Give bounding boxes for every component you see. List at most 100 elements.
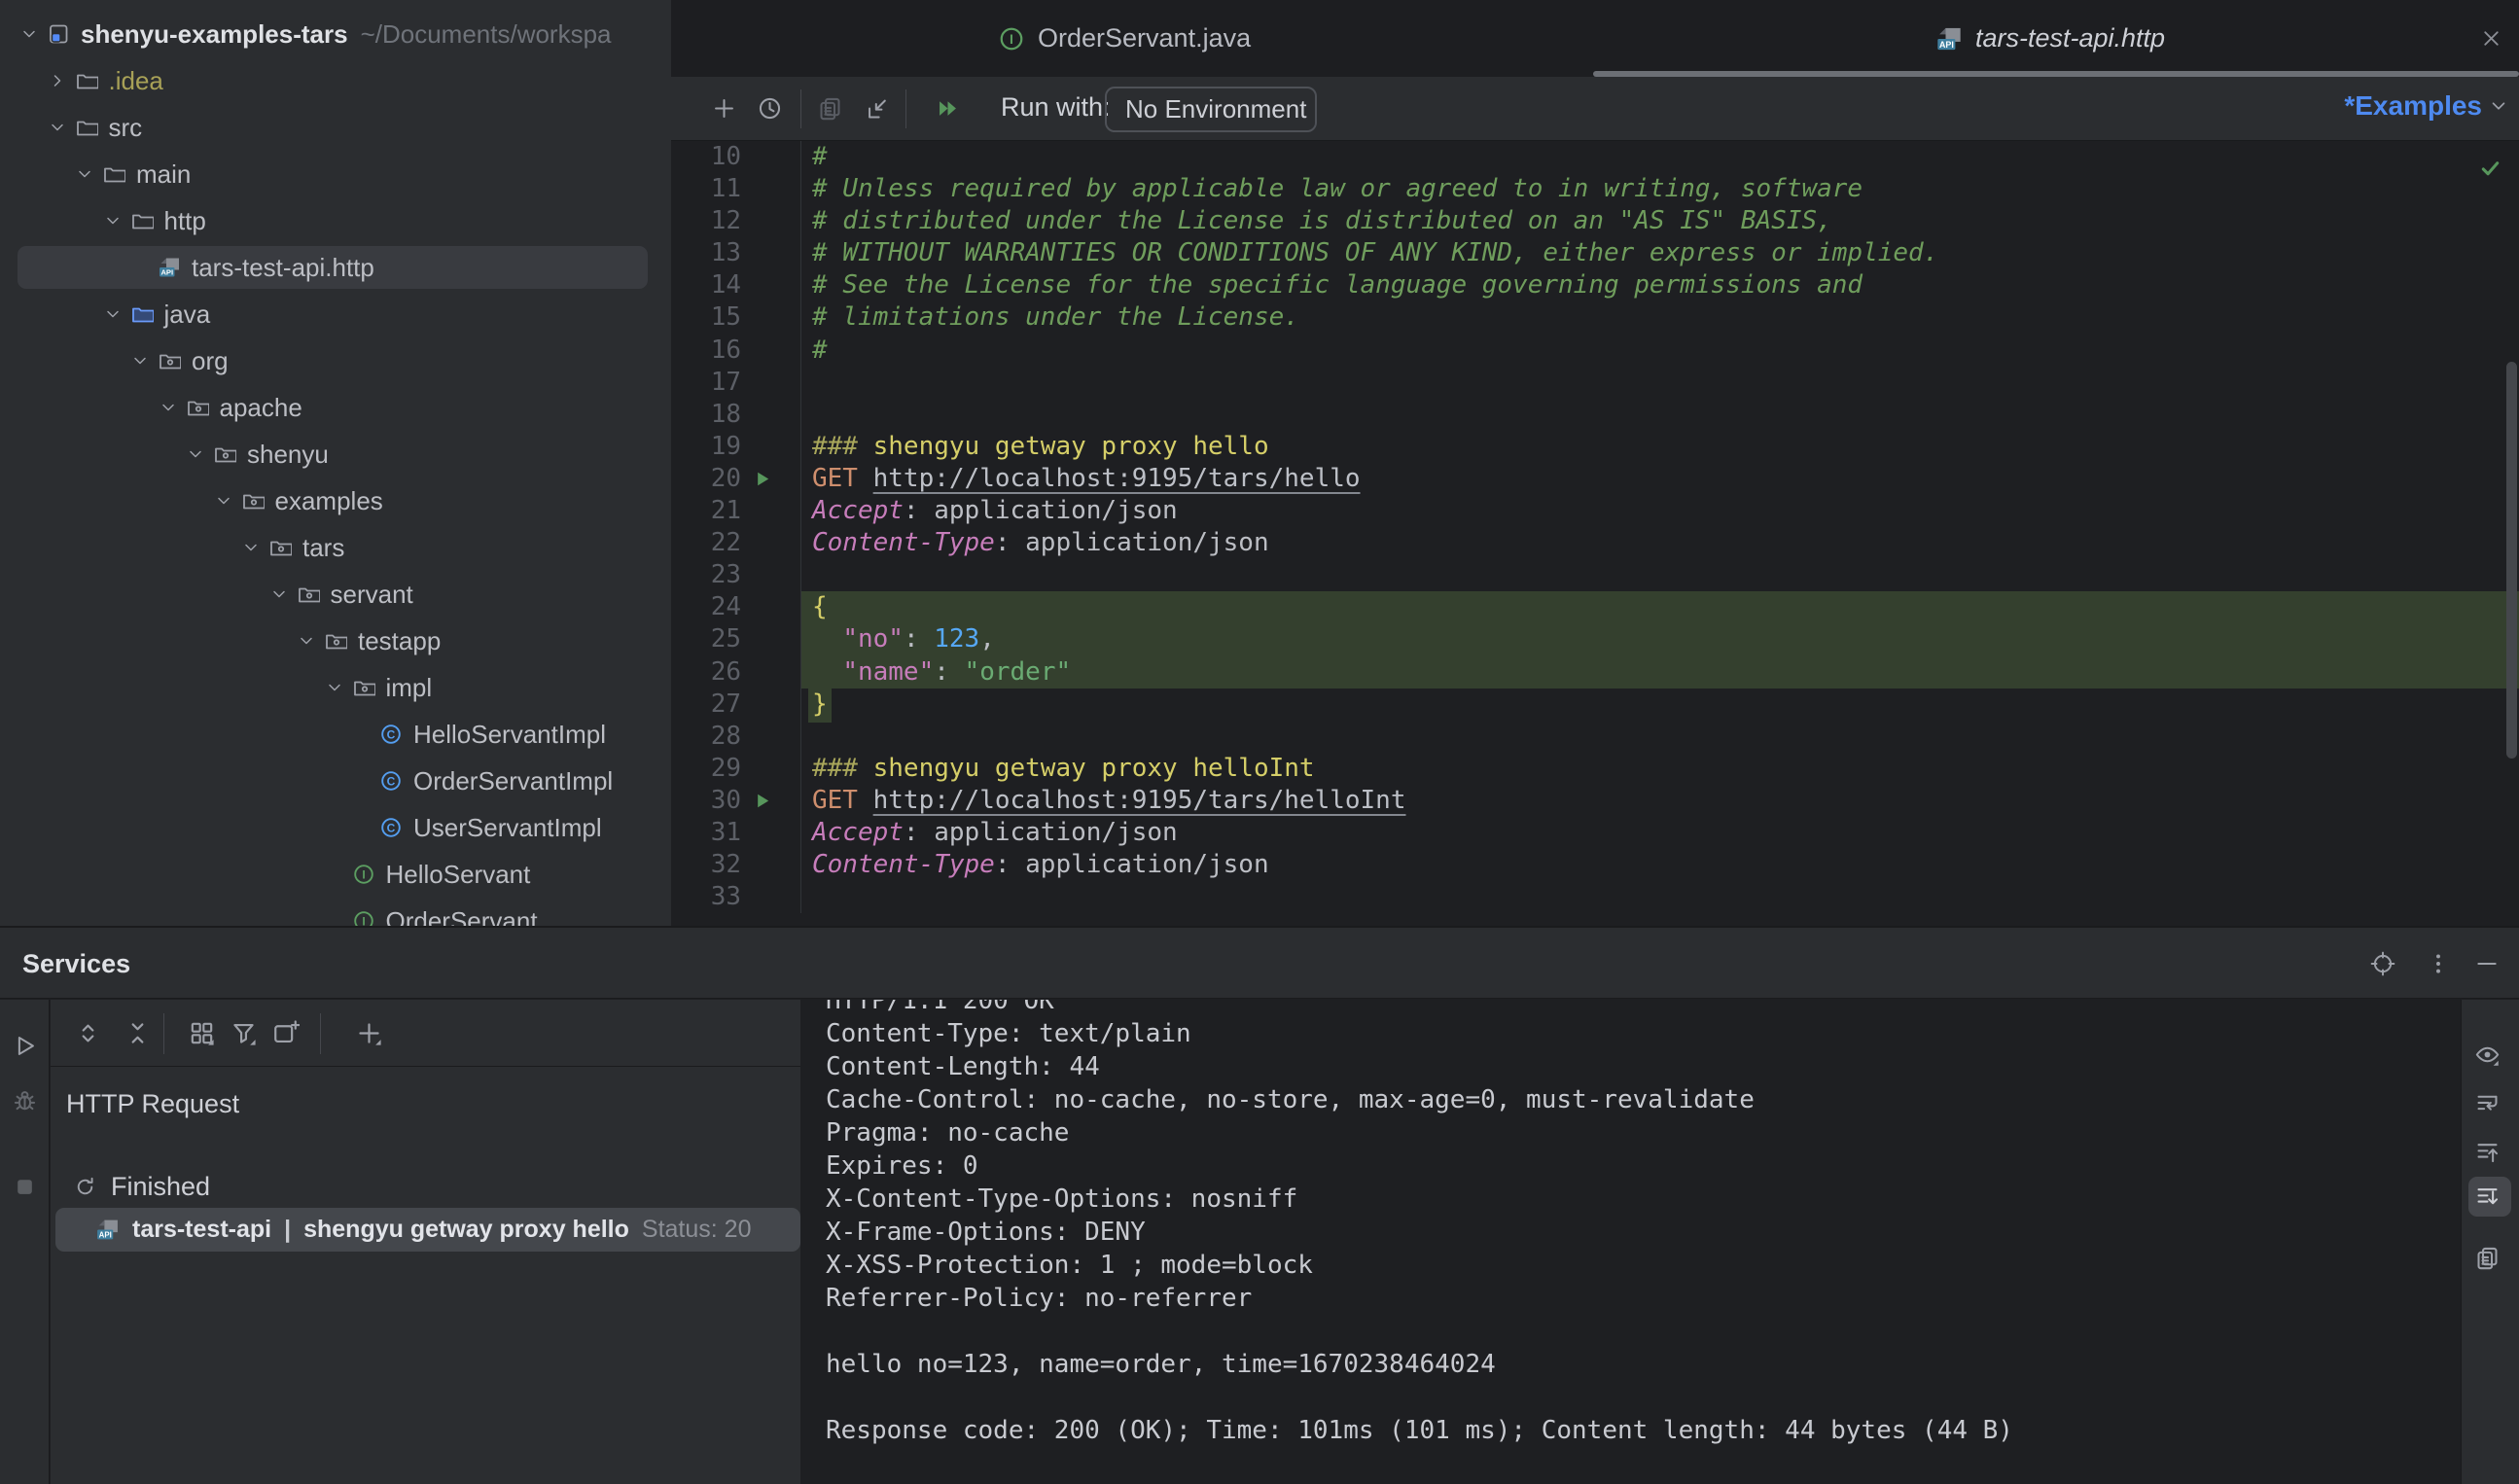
add-request-icon[interactable] (711, 95, 737, 122)
run-request-icon[interactable] (12, 1033, 38, 1059)
tree-item-helloservantimpl[interactable]: CHelloServantImpl (0, 711, 671, 758)
chevron-down-icon[interactable] (19, 24, 39, 44)
svg-text:C: C (387, 821, 396, 834)
tree-item-impl[interactable]: impl (0, 664, 671, 711)
more-options-icon[interactable] (2426, 951, 2451, 976)
tree-item-userservantimpl[interactable]: CUserServantImpl (0, 804, 671, 851)
chevron-down-icon[interactable] (130, 351, 150, 371)
tree-item--idea[interactable]: .idea (0, 57, 671, 104)
chevron-down-icon[interactable] (241, 538, 261, 557)
folder-icon (130, 209, 154, 232)
tree-item-shenyu[interactable]: shenyu (0, 431, 671, 477)
line-number: 31 (671, 817, 741, 849)
tree-item-tars[interactable]: tars (0, 524, 671, 571)
tree-item-orderservant[interactable]: IOrderServant (0, 898, 671, 926)
expand-all-icon[interactable] (74, 1019, 102, 1047)
line-number: 21 (671, 495, 741, 527)
chevron-down-icon[interactable] (103, 211, 123, 230)
tree-item-label: shenyu (247, 440, 329, 470)
services-root-item[interactable]: HTTP Request (66, 1081, 239, 1126)
chevron-down-icon[interactable] (159, 398, 178, 417)
line-number: 33 (671, 881, 741, 913)
collapse-all-icon[interactable] (124, 1019, 152, 1047)
copy-response-icon[interactable] (2474, 1245, 2501, 1271)
minimize-icon[interactable] (2474, 951, 2500, 976)
close-icon[interactable] (2479, 26, 2503, 51)
debug-icon[interactable] (12, 1086, 38, 1113)
http-run-toolbar: Run with: No Environment *Examples (671, 77, 2519, 141)
tab-orderservant-java[interactable]: I OrderServant.java (998, 0, 1251, 77)
tree-item-src[interactable]: src (0, 104, 671, 151)
code-line (801, 559, 2519, 591)
add-service-icon[interactable] (355, 1019, 383, 1047)
tree-item-shenyu-examples-tars[interactable]: shenyu-examples-tars~/Documents/workspa (0, 11, 671, 57)
svg-text:I: I (362, 914, 365, 926)
filter-icon[interactable] (230, 1019, 258, 1047)
run-request-gutter-icon[interactable] (751, 468, 773, 490)
copy-request-icon[interactable] (817, 95, 843, 122)
line-number: 19 (671, 431, 741, 463)
package-icon (268, 536, 292, 559)
tree-item-label: HelloServant (386, 860, 531, 890)
examples-run-config[interactable]: *Examples (2344, 90, 2509, 122)
tree-item-label: tars (302, 533, 344, 563)
code-line: # (801, 335, 2519, 367)
chevron-down-icon[interactable] (103, 304, 123, 324)
package-icon (158, 349, 181, 372)
history-icon[interactable] (757, 95, 783, 122)
code-line: # limitations under the License. (801, 301, 2519, 334)
code-area[interactable]: ## Unless required by applicable law or … (800, 141, 2519, 913)
run-all-icon[interactable] (935, 95, 961, 122)
code-line: "name": "order" (801, 656, 2519, 689)
environment-select[interactable]: No Environment (1105, 87, 1317, 132)
line-number: 23 (671, 559, 741, 591)
tree-item-testapp[interactable]: testapp (0, 618, 671, 664)
open-in-new-tab-icon[interactable] (271, 1019, 300, 1047)
chevron-down-icon[interactable] (297, 631, 316, 651)
services-left-toolbar (0, 1000, 50, 1484)
line-number: 20 (671, 463, 741, 495)
scroll-to-top-icon[interactable] (2474, 1139, 2501, 1165)
stop-icon[interactable] (12, 1174, 38, 1200)
services-finished-group[interactable]: Finished (73, 1164, 210, 1209)
soft-wrap-icon[interactable] (2474, 1090, 2501, 1116)
tree-item-apache[interactable]: apache (0, 384, 671, 431)
chevron-down-icon[interactable] (48, 118, 67, 137)
editor-scrollbar[interactable] (2506, 362, 2517, 759)
tab-tars-test-api-http[interactable]: API tars-test-api.http (1935, 0, 2165, 77)
tree-item-label: impl (386, 673, 433, 703)
chevron-down-icon[interactable] (75, 164, 94, 184)
scroll-to-end-icon[interactable] (2474, 1184, 2501, 1210)
chevron-right-icon[interactable] (48, 71, 67, 90)
group-by-icon[interactable] (188, 1019, 216, 1047)
tree-item-label: org (192, 346, 229, 376)
chevron-down-icon[interactable] (269, 584, 289, 604)
line-number: 26 (671, 656, 741, 689)
tree-item-java[interactable]: java (0, 291, 671, 337)
tree-item-examples[interactable]: examples (0, 477, 671, 524)
tree-item-helloservant[interactable]: IHelloServant (0, 851, 671, 898)
chevron-down-icon[interactable] (214, 491, 233, 511)
view-options-icon[interactable] (2474, 1042, 2501, 1068)
tree-item-http[interactable]: http (0, 197, 671, 244)
package-icon (186, 396, 209, 419)
code-line: Accept: application/json (801, 495, 2519, 527)
tree-item-main[interactable]: main (0, 151, 671, 197)
response-console[interactable]: HTTP/1.1 200 OK Content-Type: text/plain… (801, 1000, 2461, 1484)
tree-item-org[interactable]: org (0, 337, 671, 384)
project-path: ~/Documents/workspa (361, 19, 612, 50)
chevron-down-icon[interactable] (186, 444, 205, 464)
locate-icon[interactable] (2370, 951, 2395, 976)
ide-window: shenyu-examples-tars~/Documents/workspa.… (0, 0, 2519, 1484)
services-request-row[interactable]: API tars-test-api | shengyu getway proxy… (55, 1208, 800, 1252)
run-request-gutter-icon[interactable] (751, 790, 773, 812)
code-line (801, 367, 2519, 399)
tree-item-servant[interactable]: servant (0, 571, 671, 618)
tree-item-orderservantimpl[interactable]: COrderServantImpl (0, 758, 671, 804)
package-icon (241, 489, 265, 512)
chevron-down-icon[interactable] (325, 678, 344, 697)
folder-blue-icon (130, 302, 154, 326)
open-log-icon[interactable] (865, 95, 891, 122)
tree-item-tars-test-api-http[interactable]: APItars-test-api.http (0, 244, 671, 291)
code-line (801, 399, 2519, 431)
